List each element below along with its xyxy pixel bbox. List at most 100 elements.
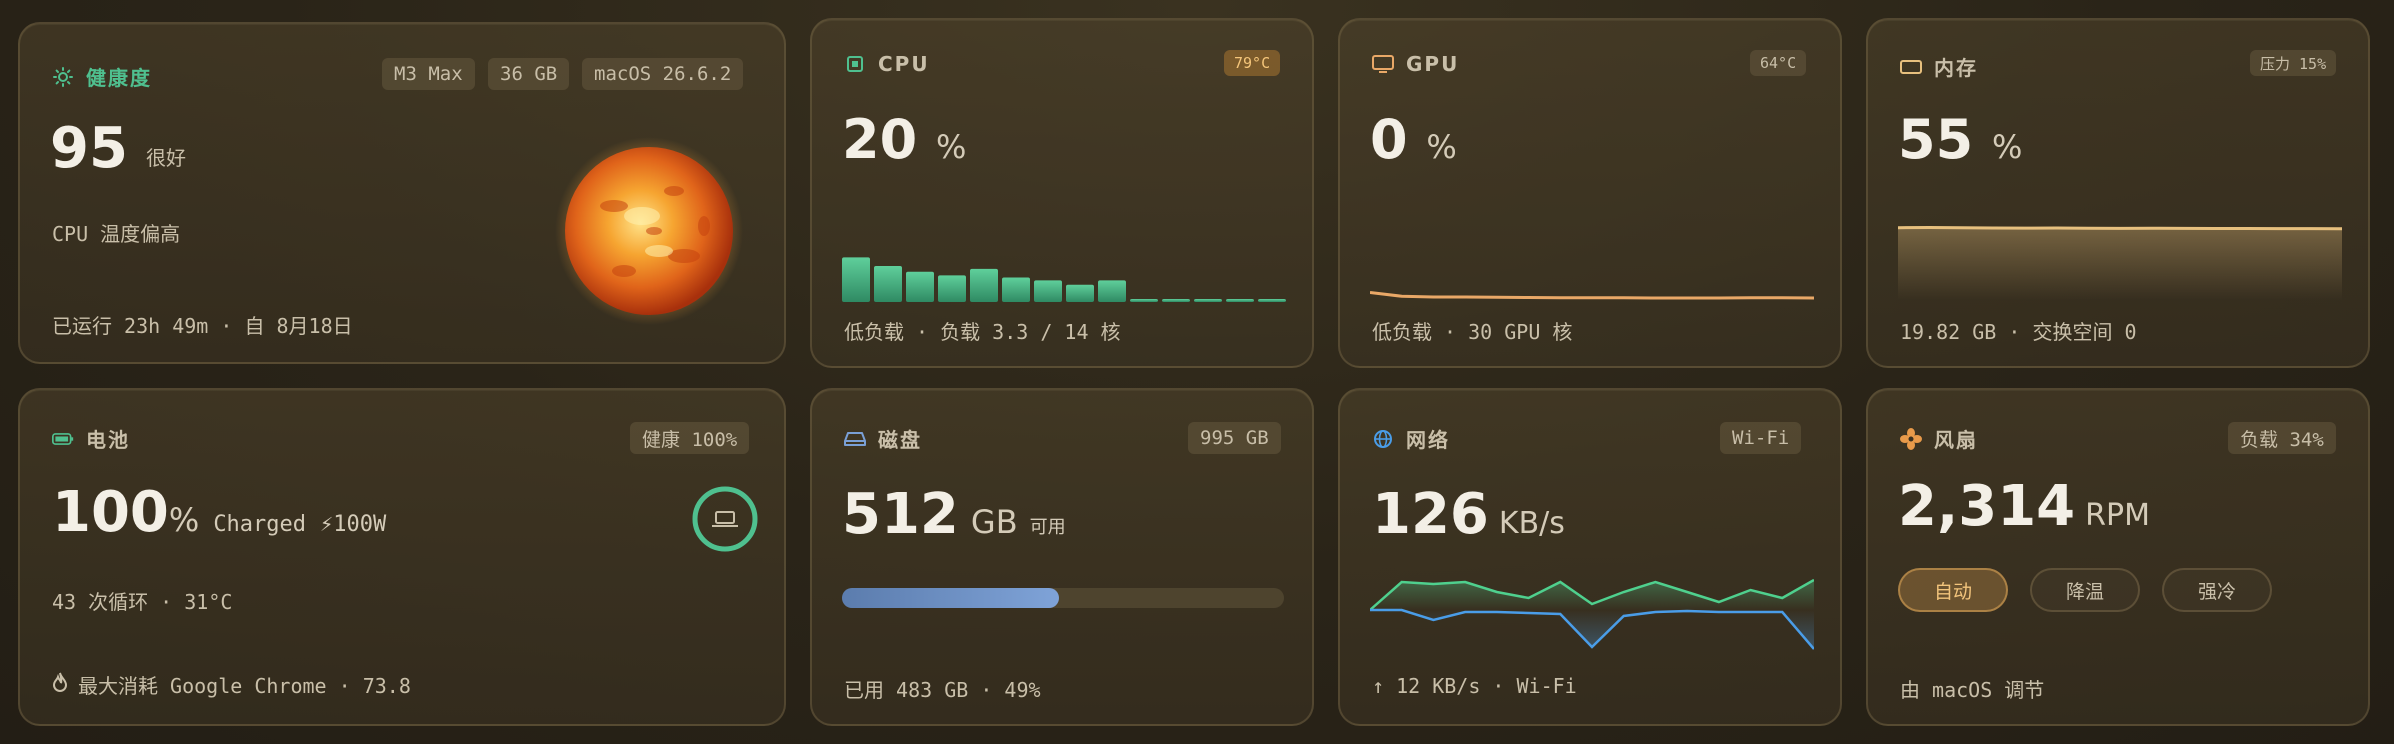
network-title: 网络 bbox=[1406, 428, 1450, 452]
battery-top-consumer-text: 最大消耗 Google Chrome · 73.8 bbox=[78, 674, 411, 698]
fan-load-badge: 负载 34% bbox=[2228, 422, 2336, 454]
memory-unit: % bbox=[1991, 128, 2023, 166]
cpu-unit: % bbox=[935, 128, 967, 166]
globe-icon bbox=[1372, 428, 1394, 450]
disk-value: 512 GB 可用 bbox=[842, 482, 1066, 547]
disk-title: 磁盘 bbox=[878, 428, 922, 452]
battery-value: 100% Charged ⚡100W bbox=[52, 480, 386, 545]
cpu-core-bar bbox=[1034, 280, 1062, 302]
gpu-header: GPU bbox=[1372, 52, 1459, 76]
cpu-core-bars-chart bbox=[842, 257, 1286, 302]
fan-mode-cool-button[interactable]: 降温 bbox=[2030, 568, 2140, 612]
memory-history-area bbox=[1898, 227, 2342, 300]
memory-pressure-badge: 压力 15% bbox=[2250, 50, 2337, 76]
battery-cycles: 43 次循环 · 31°C bbox=[52, 590, 233, 614]
chip-os-version: macOS 26.6.2 bbox=[582, 58, 744, 90]
gpu-card: GPU 64°C 0 % 低负载 · 30 GPU 核 bbox=[1338, 18, 1842, 368]
battery-ring bbox=[692, 486, 758, 552]
cpu-core-bar bbox=[1226, 299, 1254, 302]
battery-percent: 100 bbox=[52, 480, 169, 545]
battery-health-badge: 健康 100% bbox=[630, 422, 750, 454]
gpu-title: GPU bbox=[1406, 52, 1460, 76]
health-title: 健康度 bbox=[86, 66, 152, 90]
cpu-temp-badge: 79°C bbox=[1224, 50, 1281, 76]
health-card: 健康度 M3 Max 36 GB macOS 26.6.2 95 很好 CPU … bbox=[18, 22, 786, 364]
network-upload-area bbox=[1370, 610, 1814, 649]
disk-card: 磁盘 995 GB 512 GB 可用 已用 483 GB · 49% bbox=[810, 388, 1314, 726]
memory-title: 内存 bbox=[1934, 56, 1978, 80]
cpu-core-bar bbox=[1066, 284, 1094, 302]
battery-top-consumer: 最大消耗 Google Chrome · 73.8 bbox=[52, 670, 411, 699]
disk-unit: GB bbox=[970, 503, 1018, 541]
fan-unit: RPM bbox=[2085, 498, 2150, 533]
cpu-chip-icon bbox=[844, 53, 866, 75]
memory-icon bbox=[1900, 56, 1922, 78]
chip-memory-size: 36 GB bbox=[488, 58, 570, 90]
network-value: 126 KB/s bbox=[1372, 482, 1565, 547]
fan-mode-auto-button[interactable]: 自动 bbox=[1898, 568, 2008, 612]
cpu-core-bar bbox=[970, 268, 998, 302]
memory-percent: 55 bbox=[1898, 108, 1974, 171]
gpu-footer: 低负载 · 30 GPU 核 bbox=[1372, 320, 1573, 344]
fan-mode-max-button[interactable]: 强冷 bbox=[2162, 568, 2272, 612]
disk-available: 512 bbox=[842, 482, 959, 547]
disk-usage-track bbox=[842, 588, 1284, 608]
fan-card: 风扇 负载 34% 2,314 RPM 自动 降温 强冷 由 macOS 调节 bbox=[1866, 388, 2370, 726]
network-footer: ↑ 12 KB/s · Wi-Fi bbox=[1372, 674, 1577, 698]
battery-unit: % bbox=[168, 501, 200, 539]
cpu-core-bar bbox=[842, 257, 870, 302]
sun-icon bbox=[52, 66, 74, 88]
cpu-core-bar bbox=[1002, 277, 1030, 302]
health-score-label: 很好 bbox=[146, 146, 186, 170]
cpu-core-bar bbox=[1098, 280, 1126, 302]
fan-header: 风扇 bbox=[1900, 424, 1978, 453]
memory-history-line bbox=[1898, 225, 2342, 231]
fan-value: 2,314 RPM bbox=[1898, 474, 2150, 539]
cpu-core-bar bbox=[906, 271, 934, 302]
disk-drive-icon bbox=[844, 428, 866, 450]
health-uptime: 已运行 23h 49m · 自 8月18日 bbox=[52, 314, 353, 338]
cpu-card: CPU 79°C 20 % 低负载 · 负载 3.3 / 14 核 bbox=[810, 18, 1314, 368]
gpu-temp-badge: 64°C bbox=[1750, 50, 1807, 76]
fan-footer: 由 macOS 调节 bbox=[1900, 678, 2045, 702]
cpu-core-bar bbox=[1130, 299, 1158, 302]
disk-unit-label: 可用 bbox=[1029, 517, 1066, 538]
battery-title: 电池 bbox=[86, 428, 130, 452]
memory-footer: 19.82 GB · 交换空间 0 bbox=[1900, 320, 2137, 344]
cpu-footer: 低负载 · 负载 3.3 / 14 核 bbox=[844, 320, 1121, 344]
fan-icon bbox=[1900, 427, 1922, 450]
memory-history-chart bbox=[1898, 225, 2342, 300]
cpu-title: CPU bbox=[878, 52, 930, 76]
disk-footer: 已用 483 GB · 49% bbox=[844, 678, 1041, 702]
cpu-core-bar bbox=[938, 275, 966, 302]
network-download-rate: 126 bbox=[1372, 482, 1489, 547]
gpu-value: 0 % bbox=[1370, 108, 1457, 171]
sun-globe-image bbox=[555, 137, 743, 325]
network-header: 网络 bbox=[1372, 424, 1450, 453]
cpu-header: CPU bbox=[844, 52, 930, 76]
cpu-core-bar bbox=[874, 266, 902, 302]
memory-card: 内存 压力 15% 55 % 19.82 GB · 交换空间 0 bbox=[1866, 18, 2370, 368]
health-score: 95 bbox=[50, 116, 128, 181]
flame-icon bbox=[52, 672, 68, 697]
gpu-history-chart bbox=[1370, 291, 1814, 300]
laptop-icon bbox=[712, 511, 738, 527]
disk-usage-fill bbox=[842, 588, 1059, 608]
battery-state: Charged bbox=[213, 512, 307, 537]
network-unit: KB/s bbox=[1498, 506, 1565, 541]
cpu-core-bar bbox=[1258, 299, 1286, 302]
gpu-unit: % bbox=[1426, 128, 1457, 166]
memory-header: 内存 bbox=[1900, 52, 1978, 81]
battery-icon bbox=[52, 428, 74, 450]
cpu-core-bar bbox=[1194, 299, 1222, 302]
health-warning: CPU 温度偏高 bbox=[52, 222, 181, 246]
network-card: 网络 Wi-Fi 126 KB/s ↑ 12 KB/s · Wi-Fi bbox=[1338, 388, 1842, 726]
fan-rpm: 2,314 bbox=[1898, 474, 2076, 539]
health-header: 健康度 bbox=[52, 62, 152, 91]
battery-header: 电池 bbox=[52, 424, 130, 453]
battery-card: 电池 健康 100% 100% Charged ⚡100W 43 次循环 · 3… bbox=[18, 388, 786, 726]
cpu-core-bar bbox=[1162, 299, 1190, 302]
fan-title: 风扇 bbox=[1934, 428, 1978, 452]
monitor-icon bbox=[1372, 53, 1394, 75]
disk-total-badge: 995 GB bbox=[1188, 422, 1281, 454]
